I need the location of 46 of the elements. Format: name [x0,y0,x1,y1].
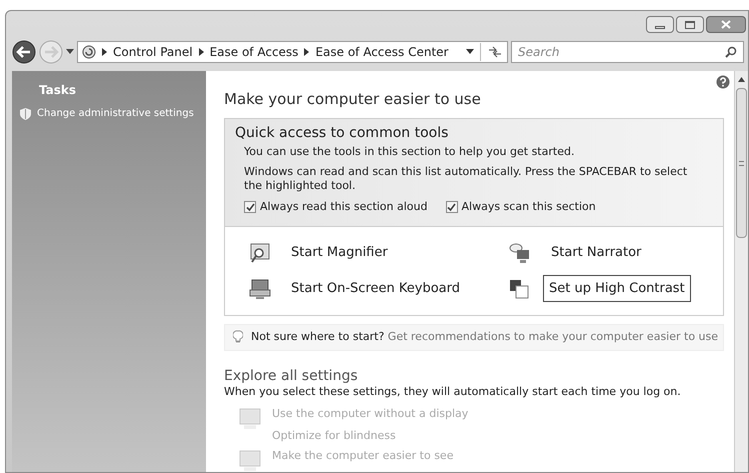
keyboard-monitor-icon [249,278,271,300]
tool-link[interactable]: Start On-Screen Keyboard [285,274,466,302]
tool-link[interactable]: Start Narrator [545,238,648,266]
checkbox[interactable] [244,201,256,214]
breadcrumb-item[interactable]: Ease of Access [210,43,298,61]
sidebar-heading: Tasks [38,82,78,99]
checkbox-label: Always scan this section [462,199,596,215]
page-title: Make your computer easier to use [224,89,482,110]
back-button[interactable] [12,40,36,64]
hint-text: Not sure where to start? Get recommendations to make your computer easier to use [251,328,718,345]
section-title: Explore all settings [224,368,359,384]
dropdown-caret-icon[interactable] [466,49,474,55]
dropdown-caret-icon[interactable] [66,49,74,55]
breadcrumb-item[interactable]: Ease of Access Center [315,43,448,61]
shield-icon [20,108,31,120]
section-description: You can use the tools in this section to help you get started. [244,144,576,160]
close-icon [721,20,731,29]
section-note: Windows can read and scan this list automatically. Press the SPACEBAR to select the highlighted tool. [244,165,688,193]
tool-link[interactable]: Start Magnifier [285,238,394,266]
help-icon[interactable] [716,75,730,89]
scroll-up-arrow-icon[interactable] [738,77,745,82]
minimize-button[interactable] [646,16,674,33]
speech-monitor-icon [509,242,531,264]
search-box[interactable]: Search [511,41,744,63]
maximize-button[interactable] [676,16,704,33]
recommendations-link[interactable]: Get recommendations to make your computer easier to use [388,330,718,343]
control-panel-icon [82,45,96,59]
overlapping-squares-icon [509,278,529,298]
search-field[interactable]: Search [518,43,725,61]
breadcrumb-arrow-icon[interactable] [102,48,107,56]
section-title: Quick access to common tools [235,124,450,142]
address-bar[interactable]: Control Panel Ease of Access Ease of Access Center [77,41,508,63]
refresh-icon[interactable] [487,46,503,58]
tool-link[interactable]: Set up High Contrast [543,274,691,302]
lightbulb-icon [233,330,243,344]
search-icon [725,46,737,58]
scrollbar[interactable] [734,71,748,472]
breadcrumb-item[interactable]: Control Panel [113,43,193,61]
breadcrumb-arrow-icon[interactable] [304,48,310,56]
breadcrumb-arrow-icon[interactable] [198,48,204,56]
checkbox-label: Always read this section aloud [260,199,428,215]
close-button[interactable] [706,16,746,33]
setting-description: Optimize for blindness [272,428,397,444]
magnifier-icon [249,242,271,264]
section-description: When you select these settings, they will automatically start each time you log on. [224,384,682,400]
checkbox[interactable] [446,201,458,214]
